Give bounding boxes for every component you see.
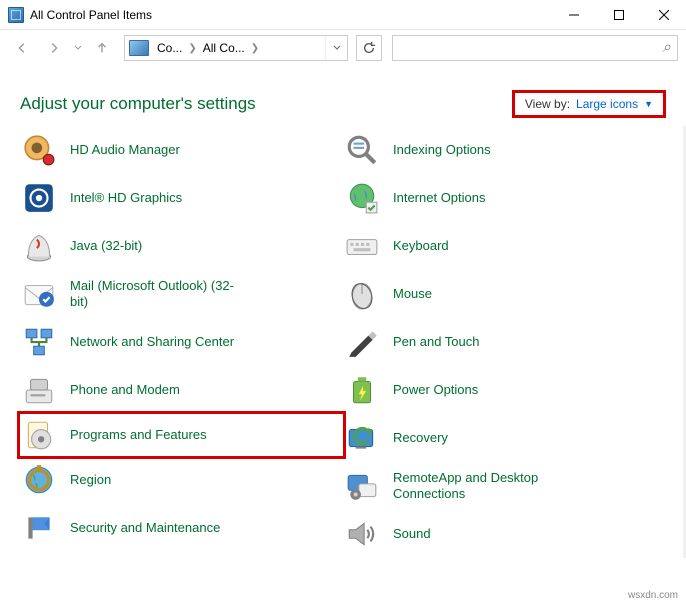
content-header: Adjust your computer's settings View by:… [0, 66, 686, 126]
item-hd-audio-manager[interactable]: HD Audio Manager [20, 126, 343, 174]
breadcrumb-seg-1[interactable]: Co... [153, 41, 186, 55]
hd-audio-manager-icon [22, 133, 56, 167]
item-label: Network and Sharing Center [70, 334, 234, 350]
window-title: All Control Panel Items [30, 8, 551, 22]
watermark: wsxdn.com [628, 590, 678, 601]
recent-dropdown[interactable] [72, 45, 84, 51]
view-by-label: View by: [525, 97, 570, 111]
item-internet-options[interactable]: Internet Options [343, 174, 666, 222]
item-label: Phone and Modem [70, 382, 180, 398]
phone-modem-icon [22, 373, 56, 407]
mouse-icon [345, 277, 379, 311]
security-maintenance-icon [22, 511, 56, 545]
up-button[interactable] [88, 34, 116, 62]
item-label: RemoteApp and Desktop Connections [393, 470, 563, 501]
intel-hd-graphics-icon [22, 181, 56, 215]
internet-options-icon [345, 181, 379, 215]
item-region[interactable]: Region [20, 456, 343, 504]
minimize-button[interactable] [551, 0, 596, 30]
item-mouse[interactable]: Mouse [343, 270, 666, 318]
titlebar: All Control Panel Items [0, 0, 686, 30]
search-input[interactable]: ⌕ [392, 35, 678, 61]
item-label: HD Audio Manager [70, 142, 180, 158]
item-label: Power Options [393, 382, 478, 398]
view-by-control[interactable]: View by: Large icons ▼ [512, 90, 666, 118]
item-label: Indexing Options [393, 142, 491, 158]
pen-touch-icon [345, 325, 379, 359]
breadcrumb-sep-icon: ❯ [186, 43, 198, 54]
keyboard-icon [345, 229, 379, 263]
item-sound[interactable]: Sound [343, 510, 666, 558]
control-panel-addr-icon [129, 40, 149, 56]
region-icon [22, 463, 56, 497]
item-label: Java (32-bit) [70, 238, 142, 254]
item-network-sharing[interactable]: Network and Sharing Center [20, 318, 343, 366]
item-keyboard[interactable]: Keyboard [343, 222, 666, 270]
sound-icon [345, 517, 379, 551]
power-options-icon [345, 373, 379, 407]
item-intel-hd-graphics[interactable]: Intel® HD Graphics [20, 174, 343, 222]
network-sharing-icon [22, 325, 56, 359]
close-button[interactable] [641, 0, 686, 30]
item-pen-touch[interactable]: Pen and Touch [343, 318, 666, 366]
view-by-value[interactable]: Large icons [576, 97, 638, 111]
address-dropdown[interactable] [325, 36, 347, 60]
item-java[interactable]: Java (32-bit) [20, 222, 343, 270]
item-label: Keyboard [393, 238, 449, 254]
navbar: Co... ❯ All Co... ❯ ⌕ [0, 30, 686, 66]
item-label: Intel® HD Graphics [70, 190, 182, 206]
item-label: Mail (Microsoft Outlook) (32-bit) [70, 278, 240, 309]
recovery-icon [345, 421, 379, 455]
indexing-options-icon [345, 133, 379, 167]
remoteapp-icon [345, 469, 379, 503]
item-remoteapp[interactable]: RemoteApp and Desktop Connections [343, 462, 666, 510]
search-icon: ⌕ [662, 39, 671, 57]
item-phone-modem[interactable]: Phone and Modem [20, 366, 343, 414]
item-programs-features[interactable]: Programs and Features [17, 411, 346, 459]
items-grid: HD Audio Manager Intel® HD Graphics Java (… [0, 126, 686, 558]
mail-icon [22, 277, 56, 311]
back-button[interactable] [8, 34, 36, 62]
item-mail[interactable]: Mail (Microsoft Outlook) (32-bit) [20, 270, 343, 318]
item-label: Programs and Features [70, 427, 207, 443]
item-label: Pen and Touch [393, 334, 480, 350]
maximize-button[interactable] [596, 0, 641, 30]
page-title: Adjust your computer's settings [20, 94, 512, 114]
item-label: Region [70, 472, 111, 488]
breadcrumb-seg-2[interactable]: All Co... [199, 41, 249, 55]
chevron-down-icon: ▼ [644, 99, 653, 109]
forward-button[interactable] [40, 34, 68, 62]
programs-features-icon [22, 418, 56, 452]
address-bar[interactable]: Co... ❯ All Co... ❯ [124, 35, 348, 61]
item-indexing-options[interactable]: Indexing Options [343, 126, 666, 174]
control-panel-icon [8, 7, 24, 23]
java-icon [22, 229, 56, 263]
breadcrumb-sep-icon: ❯ [249, 43, 261, 54]
item-power-options[interactable]: Power Options [343, 366, 666, 414]
window-controls [551, 0, 686, 30]
refresh-button[interactable] [356, 35, 382, 61]
item-recovery[interactable]: Recovery [343, 414, 666, 462]
item-label: Sound [393, 526, 431, 542]
item-label: Internet Options [393, 190, 486, 206]
item-label: Recovery [393, 430, 448, 446]
item-security-maintenance[interactable]: Security and Maintenance [20, 504, 343, 552]
item-label: Security and Maintenance [70, 520, 220, 536]
item-label: Mouse [393, 286, 432, 302]
